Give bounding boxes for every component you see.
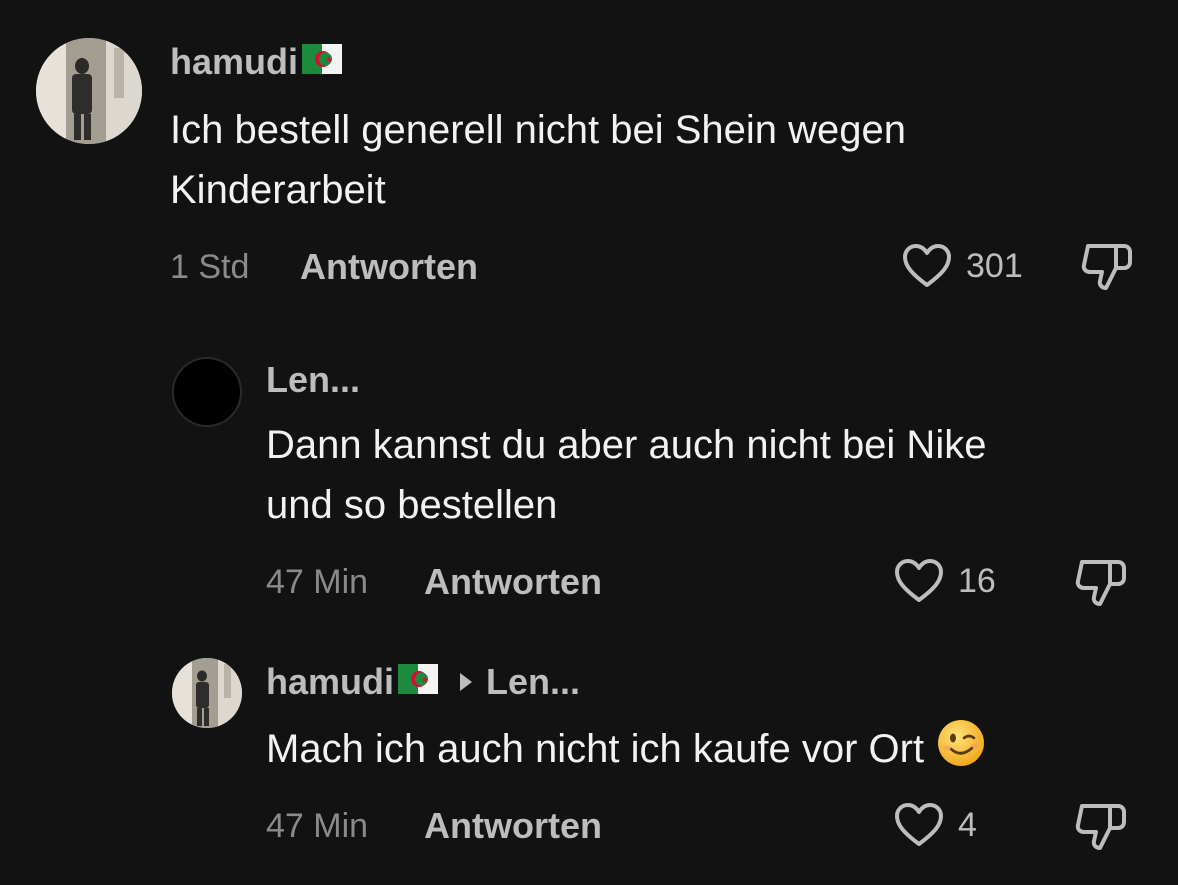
comment-text-content: Mach ich auch nicht ich kaufe vor Ort <box>266 727 925 772</box>
timestamp: 47 Min <box>266 563 369 601</box>
like-button[interactable]: 4 <box>894 802 977 848</box>
reply-button[interactable]: Antworten <box>300 249 478 285</box>
comment-text: Ich bestell generell nicht bei Shein weg… <box>170 100 906 220</box>
username-text: Len... <box>266 359 361 400</box>
comments-thread: hamudi Ich bestell generell nicht bei Sh… <box>0 0 1178 885</box>
reply-arrow-icon <box>460 673 473 691</box>
avatar[interactable] <box>172 357 242 427</box>
thumbs-down-icon <box>1081 244 1132 290</box>
thumbs-down-icon <box>1075 804 1126 850</box>
dislike-button[interactable] <box>1074 556 1128 615</box>
like-button[interactable]: 301 <box>902 243 1023 289</box>
comment-text-line: und so bestellen <box>266 483 558 527</box>
algeria-flag-icon <box>398 664 439 700</box>
like-button[interactable]: 16 <box>894 558 996 604</box>
algeria-flag-icon <box>302 44 343 80</box>
like-count: 301 <box>966 247 1023 285</box>
username[interactable]: hamudi Len... <box>266 664 580 700</box>
username-text: hamudi <box>170 41 299 82</box>
dislike-button[interactable] <box>1074 800 1128 859</box>
heart-icon <box>895 559 943 602</box>
thumbs-down-icon <box>1075 560 1126 606</box>
username[interactable]: hamudi <box>170 41 343 82</box>
comment-text-line: Ich bestell generell nicht bei Shein weg… <box>170 108 907 152</box>
username[interactable]: Len... <box>266 362 360 398</box>
heart-icon <box>903 244 951 287</box>
like-count: 16 <box>958 562 996 600</box>
winking-face-emoji <box>936 718 986 785</box>
avatar[interactable] <box>36 38 142 144</box>
reply-to-username[interactable]: Len... <box>486 664 580 700</box>
comment-text: Mach ich auch nicht ich kaufe vor Ort <box>266 718 986 785</box>
avatar[interactable] <box>172 658 242 728</box>
like-count: 4 <box>958 806 977 844</box>
dislike-button[interactable] <box>1080 240 1134 299</box>
comment-text-line: Kinderarbeit <box>170 168 386 212</box>
heart-icon <box>895 803 943 846</box>
timestamp: 47 Min <box>266 807 369 845</box>
timestamp: 1 Std <box>170 248 250 286</box>
username-text: hamudi <box>266 661 395 702</box>
comment-text: Dann kannst du aber auch nicht bei Nike … <box>266 415 986 535</box>
reply-button[interactable]: Antworten <box>424 808 602 844</box>
comment-text-line: Dann kannst du aber auch nicht bei Nike <box>266 423 987 467</box>
comment-text-line: Mach ich auch nicht ich kaufe vor Ort <box>266 718 986 785</box>
reply-button[interactable]: Antworten <box>424 564 602 600</box>
